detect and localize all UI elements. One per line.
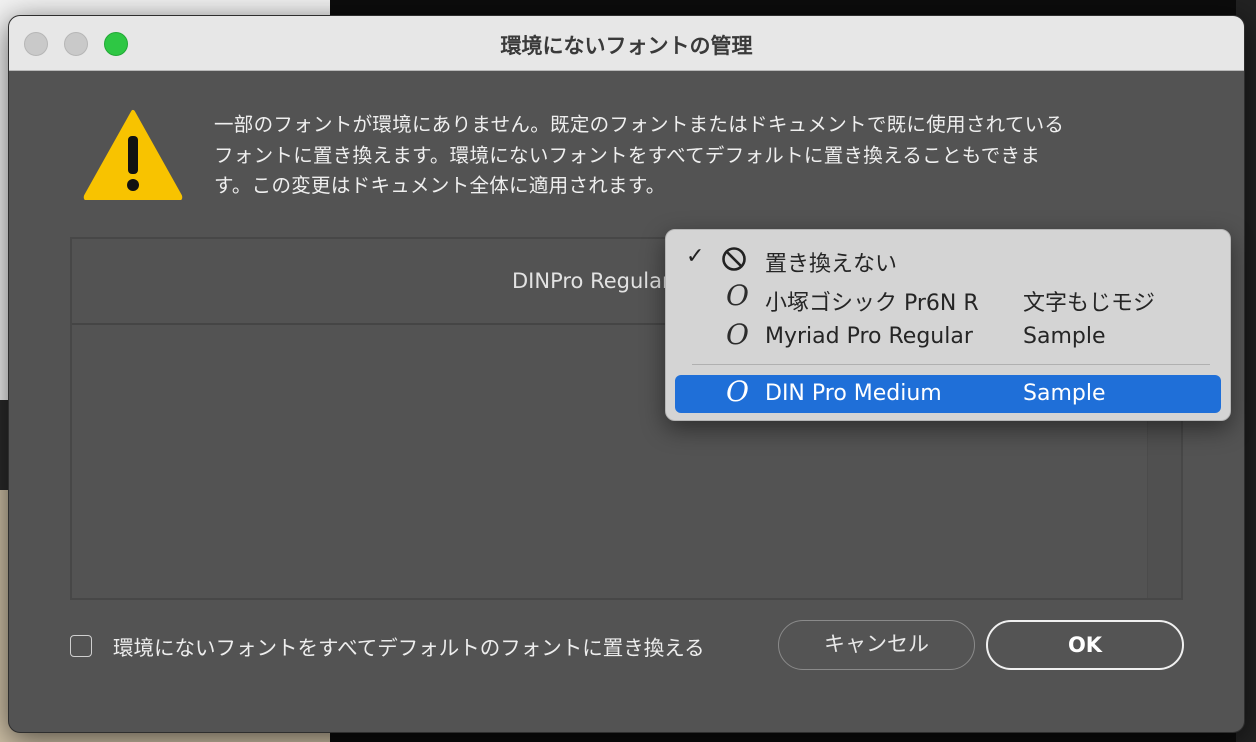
menu-item-no-replace[interactable]: ✓ 置き換えない [666, 242, 1230, 277]
menu-item-label: Myriad Pro Regular [765, 324, 973, 349]
menu-item-din-pro-medium[interactable]: O DIN Pro Medium Sample [675, 375, 1221, 413]
prohibited-icon [722, 247, 746, 271]
menu-item-myriad-pro[interactable]: O Myriad Pro Regular Sample [666, 318, 1230, 354]
replace-all-checkbox[interactable] [70, 635, 92, 657]
warning-message: 一部のフォントが環境にありません。既定のフォントまたはドキュメントで既に使用され… [214, 110, 1189, 202]
checkmark-icon: ✓ [686, 244, 705, 269]
title-bar: 環境にないフォントの管理 [9, 16, 1244, 71]
opentype-font-icon: O [726, 318, 749, 351]
missing-font-name: DINPro Regular [512, 269, 671, 293]
ok-button[interactable]: OK [986, 620, 1184, 670]
font-sample: Sample [1023, 381, 1106, 406]
message-line: フォントに置き換えます。環境にないフォントをすべてデフォルトに置き換えることもで… [214, 143, 1041, 167]
warning-icon [83, 110, 183, 200]
opentype-font-icon: O [726, 375, 749, 408]
opentype-font-icon: O [726, 279, 749, 312]
font-sample: Sample [1023, 324, 1106, 349]
replacement-font-menu: ✓ 置き換えない O 小塚ゴシック Pr6N R 文字もじモジ O Myriad… [665, 229, 1231, 421]
message-line: 一部のフォントが環境にありません。既定のフォントまたはドキュメントで既に使用され… [214, 113, 1065, 136]
menu-item-kozuka-gothic[interactable]: O 小塚ゴシック Pr6N R 文字もじモジ [666, 279, 1230, 316]
message-line: す。この変更はドキュメント全体に適用されます。 [214, 174, 666, 197]
cancel-button[interactable]: キャンセル [778, 620, 975, 670]
menu-item-label: DIN Pro Medium [765, 381, 942, 406]
replace-all-label[interactable]: 環境にないフォントをすべてデフォルトのフォントに置き換える [113, 631, 705, 661]
menu-item-label: 置き換えない [765, 252, 898, 277]
menu-item-label: 小塚ゴシック Pr6N R [765, 291, 979, 316]
font-sample: 文字もじモジ [1023, 291, 1156, 316]
window-title: 環境にないフォントの管理 [500, 34, 753, 58]
menu-separator [692, 364, 1210, 365]
